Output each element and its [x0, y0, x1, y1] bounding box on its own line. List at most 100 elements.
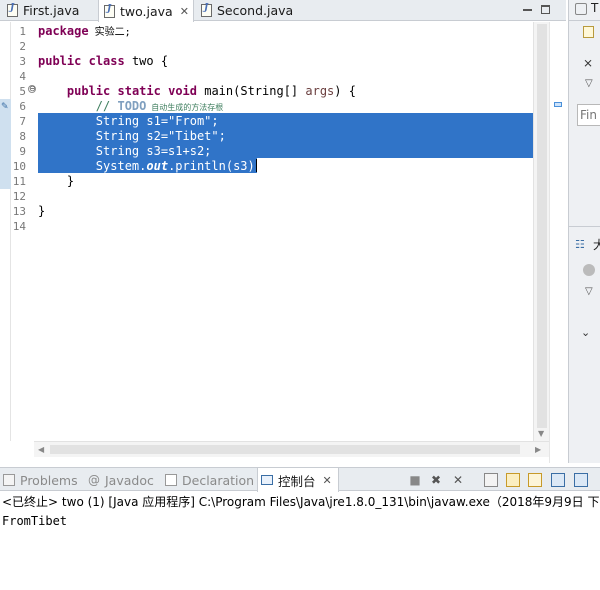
code-line-10: System.out.println(s3);	[38, 159, 262, 174]
close-icon[interactable]: ✕	[180, 5, 189, 18]
line-number: 4	[19, 70, 26, 83]
tab-label: Second.java	[217, 3, 294, 18]
line-number: 9	[19, 145, 26, 158]
keyword: public	[66, 84, 111, 98]
tab-label: 控制台	[278, 473, 316, 489]
line-number: 3	[19, 55, 26, 68]
tab-second-java[interactable]: Second.java	[196, 0, 296, 21]
code-line-9: String s3=s1+s2;	[38, 144, 212, 158]
chevron-down-icon[interactable]: ▽	[585, 286, 593, 297]
pin-console-icon[interactable]	[551, 473, 565, 487]
console-output[interactable]: FromTibet	[0, 512, 600, 530]
clear-console-icon[interactable]	[484, 473, 498, 487]
tab-problems[interactable]: Problems	[3, 472, 78, 488]
line-number-gutter: 1 2 3 4 5 6 7 8 9 10 11 12 13 14 ⊖	[11, 22, 36, 441]
tab-label: Javadoc	[105, 472, 154, 488]
tab-javadoc[interactable]: @ Javadoc	[88, 472, 154, 488]
line-number: 5	[19, 85, 26, 98]
scroll-right-icon[interactable]: ▶	[535, 445, 541, 454]
keyword: public	[38, 54, 82, 68]
scroll-lock-icon[interactable]	[506, 473, 520, 487]
code-line-1: package 实验二;	[38, 24, 131, 39]
hierarchy-icon: ☷	[575, 238, 585, 251]
fold-collapse-icon[interactable]: ⊖	[28, 85, 36, 93]
line-number: 1	[19, 25, 26, 38]
console-icon	[261, 475, 273, 485]
outline-tab-label[interactable]: T	[591, 1, 598, 15]
bottom-panel-tabs: Problems @ Javadoc Declaration 控制台 ✕ ■ ✖…	[0, 467, 600, 492]
static-field: out	[146, 159, 169, 173]
vertical-scrollbar[interactable]: ▼	[533, 22, 549, 441]
tab-label: Declaration	[182, 472, 255, 488]
line-number: 12	[12, 190, 26, 203]
hide-fields-icon[interactable]: ⨯	[583, 56, 593, 70]
tab-first-java[interactable]: First.java	[2, 0, 98, 21]
code-editor[interactable]: ✎ 1 2 3 4 5 6 7 8 9 10 11 12 13 14 ⊖ pac…	[0, 22, 566, 463]
display-console-icon[interactable]	[574, 473, 588, 487]
method-signature-end: ) {	[334, 84, 356, 98]
minimize-icon[interactable]	[523, 5, 532, 11]
tab-declaration[interactable]: Declaration	[165, 472, 254, 488]
scroll-down-icon[interactable]: ▼	[538, 429, 544, 438]
terminate-icon[interactable]: ■	[408, 473, 422, 487]
divider	[569, 226, 600, 227]
code-line-6: // TODO 自动生成的方法存根	[38, 99, 223, 114]
line-number: 14	[12, 220, 26, 233]
divider	[569, 20, 600, 21]
overview-ruler	[549, 22, 566, 463]
code-area[interactable]: package 实验二; public class two { public s…	[38, 22, 533, 441]
close-icon[interactable]: ✕	[323, 474, 332, 487]
maximize-icon[interactable]	[541, 5, 550, 14]
problems-icon	[3, 474, 15, 486]
code-line-3: public class two {	[38, 54, 168, 69]
class-name: two {	[124, 54, 169, 68]
java-file-icon	[201, 3, 212, 17]
todo-tag: TODO	[117, 99, 147, 113]
new-item-icon[interactable]	[583, 26, 594, 38]
console-process-label: <已终止> two (1) [Java 应用程序] C:\Program Fil…	[2, 495, 600, 509]
tab-label: First.java	[23, 3, 80, 18]
line-number: 6	[19, 100, 26, 113]
code-line-11: }	[38, 174, 75, 188]
quick-fix-icon[interactable]: ✎	[1, 102, 9, 112]
java-file-icon	[104, 4, 115, 18]
java-file-icon	[7, 3, 18, 17]
chevron-down-icon[interactable]: ▽	[585, 78, 593, 89]
line-number: 7	[19, 115, 26, 128]
tab-console[interactable]: 控制台 ✕	[261, 472, 332, 489]
parameter: args	[305, 84, 335, 98]
tab-two-java[interactable]: two.java ✕	[98, 0, 194, 22]
outline-panel: T ⨯ ▽ Fin ☷ 大 ▽ ⌄	[568, 0, 600, 463]
at-sign-icon: @	[88, 473, 100, 487]
filter-input[interactable]: Fin	[577, 104, 600, 126]
panel-tab-label[interactable]: 大	[593, 236, 600, 253]
line-number: 10	[12, 160, 26, 173]
code-fragment: System.	[38, 159, 147, 173]
line-number: 13	[12, 205, 26, 218]
keyword: class	[88, 54, 125, 68]
remove-launch-icon[interactable]: ✖	[429, 473, 443, 487]
occurrence-marker[interactable]	[554, 102, 562, 107]
settings-icon[interactable]	[583, 264, 595, 276]
comment-text: 自动生成的方法存根	[146, 103, 224, 112]
code-line-5: public static void main(String[] args) {	[38, 84, 356, 99]
comment: //	[38, 99, 118, 113]
code-fragment: .println(s3);	[168, 159, 262, 173]
declaration-icon	[165, 474, 177, 486]
word-wrap-icon[interactable]	[528, 473, 542, 487]
scroll-thumb[interactable]	[50, 445, 520, 454]
keyword: package	[38, 24, 89, 38]
horizontal-scrollbar[interactable]: ◀ ▶	[34, 441, 549, 457]
remove-all-icon[interactable]: ✕	[451, 473, 465, 487]
keyword: void	[168, 84, 197, 98]
expand-chevron-icon[interactable]: ⌄	[581, 326, 590, 339]
method-signature: main(String[]	[197, 84, 306, 98]
tab-label: Problems	[20, 472, 78, 488]
package-name: 实验二;	[88, 27, 131, 38]
scroll-left-icon[interactable]: ◀	[38, 445, 44, 454]
text-caret	[256, 159, 257, 172]
scroll-thumb[interactable]	[537, 24, 547, 428]
annotation-ruler: ✎	[0, 22, 11, 441]
code-line-8: String s2="Tibet";	[38, 129, 226, 143]
